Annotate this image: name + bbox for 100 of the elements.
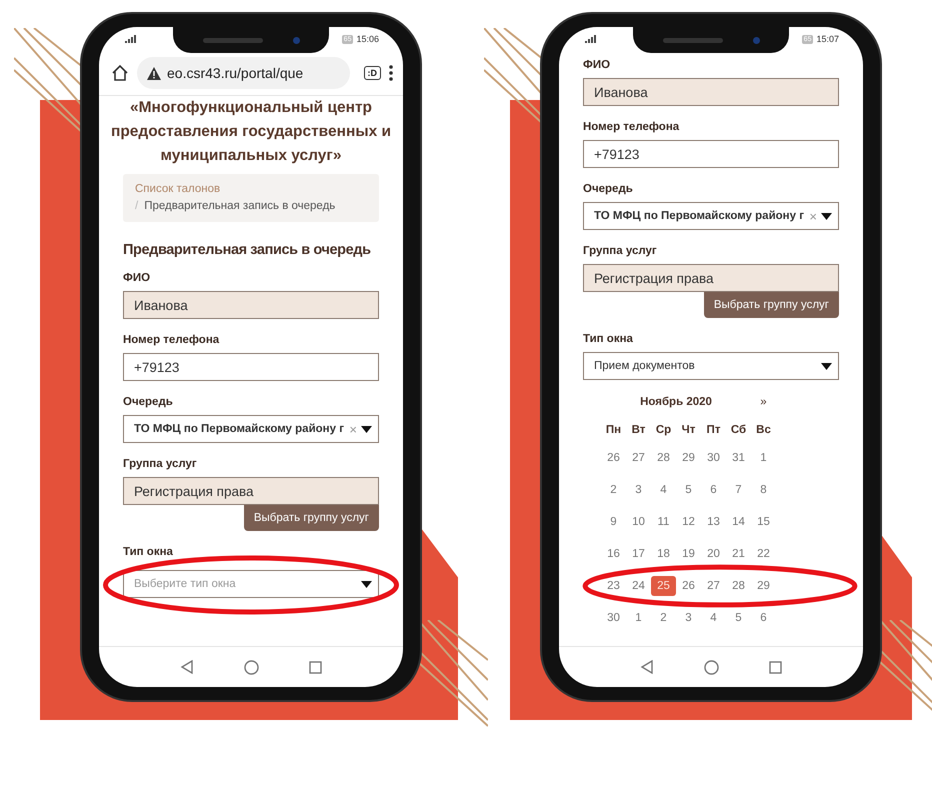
text-field[interactable]: Иванова bbox=[123, 291, 379, 319]
calendar-day[interactable]: 10 bbox=[626, 512, 651, 532]
calendar-day[interactable]: 6 bbox=[701, 480, 726, 500]
home-button-icon[interactable] bbox=[244, 660, 259, 674]
breadcrumb-link[interactable]: Список талонов bbox=[135, 181, 367, 198]
calendar-day[interactable]: 31 bbox=[726, 448, 751, 468]
calendar-day[interactable]: 21 bbox=[726, 544, 751, 564]
select-field[interactable]: ТО МФЦ по Первомайскому району г × bbox=[123, 415, 379, 443]
calendar-day[interactable]: 4 bbox=[651, 480, 676, 500]
calendar-day[interactable]: 7 bbox=[726, 480, 751, 500]
calendar-day[interactable]: 27 bbox=[626, 448, 651, 468]
calendar-day[interactable]: 6 bbox=[751, 608, 776, 628]
calendar-day[interactable]: 22 bbox=[751, 544, 776, 564]
status-time: 15:07 bbox=[816, 34, 839, 44]
calendar-day[interactable]: 5 bbox=[676, 480, 701, 500]
signal-icon bbox=[585, 35, 597, 43]
field-label: ФИО bbox=[583, 59, 612, 71]
calendar-day[interactable]: 15 bbox=[751, 512, 776, 532]
caret-icon bbox=[821, 212, 832, 220]
camera-icon bbox=[752, 36, 760, 44]
select-placeholder: Выберите тип окна bbox=[134, 578, 237, 590]
home-button-icon[interactable] bbox=[704, 660, 719, 674]
home-icon[interactable] bbox=[111, 64, 129, 82]
text-field[interactable]: Регистрация права bbox=[583, 264, 839, 292]
status-time: 15:06 bbox=[356, 34, 379, 44]
weekday-label: Сб bbox=[730, 423, 748, 438]
caret-icon bbox=[361, 580, 372, 588]
calendar-day[interactable]: 8 bbox=[751, 480, 776, 500]
form-title: Предварительная запись в очередь bbox=[123, 242, 372, 258]
calendar-day[interactable]: 11 bbox=[651, 512, 676, 532]
calendar-day[interactable]: 30 bbox=[701, 448, 726, 468]
calendar-day[interactable]: 1 bbox=[751, 448, 776, 468]
calendar-day[interactable]: 26 bbox=[676, 576, 701, 596]
weekday-label: Вт bbox=[630, 423, 646, 438]
warning-icon bbox=[147, 66, 161, 80]
calendar-day[interactable]: 20 bbox=[701, 544, 726, 564]
calendar-month: Ноябрь 2020 bbox=[639, 396, 713, 408]
calendar-day[interactable]: 12 bbox=[676, 512, 701, 532]
calendar-day[interactable]: 27 bbox=[701, 576, 726, 596]
field-label: Очередь bbox=[123, 396, 174, 408]
calendar-day[interactable]: 3 bbox=[676, 608, 701, 628]
next-month-button[interactable]: » bbox=[751, 396, 776, 408]
calendar-day[interactable]: 24 bbox=[626, 576, 651, 596]
back-icon[interactable] bbox=[180, 660, 194, 674]
field-label: Тип окна bbox=[583, 333, 634, 345]
field-label: Номер телефона bbox=[123, 334, 220, 346]
clear-button[interactable]: × bbox=[809, 208, 817, 224]
weekday-label: Вс bbox=[755, 423, 772, 438]
calendar-day[interactable]: 28 bbox=[651, 448, 676, 468]
back-icon[interactable] bbox=[640, 660, 654, 674]
recents-icon[interactable] bbox=[309, 660, 322, 674]
calendar-day[interactable]: 30 bbox=[601, 608, 626, 628]
calendar-day[interactable]: 2 bbox=[651, 608, 676, 628]
select-value: Прием документов bbox=[594, 360, 696, 372]
calendar-day[interactable]: 19 bbox=[676, 544, 701, 564]
calendar-day[interactable]: 29 bbox=[676, 448, 701, 468]
select-field[interactable]: Выберите тип окна bbox=[123, 570, 379, 598]
caret-icon bbox=[361, 426, 372, 432]
field-label: Группа услуг bbox=[583, 245, 658, 257]
calendar-day[interactable]: 5 bbox=[726, 608, 751, 628]
address-bar[interactable]: eo.csr43.ru/portal/que bbox=[137, 57, 350, 89]
choose-group-button[interactable]: Выбрать группу услуг bbox=[704, 292, 839, 318]
calendar-day[interactable]: 2 bbox=[601, 480, 626, 500]
calendar-day[interactable]: 3 bbox=[626, 480, 651, 500]
calendar-day[interactable]: 13 bbox=[701, 512, 726, 532]
weekday-label: Ср bbox=[654, 423, 672, 438]
menu-icon[interactable] bbox=[389, 65, 393, 81]
field-label: Группа услуг bbox=[123, 458, 198, 470]
clear-button[interactable]: × bbox=[349, 422, 357, 436]
weekday-label: Чт bbox=[680, 423, 696, 438]
text-field[interactable]: +79123 bbox=[123, 353, 379, 381]
calendar-day[interactable]: 28 bbox=[726, 576, 751, 596]
calendar-day[interactable]: 14 bbox=[726, 512, 751, 532]
choose-group-button[interactable]: Выбрать группу услуг bbox=[244, 505, 379, 531]
calendar-day[interactable]: 23 bbox=[601, 576, 626, 596]
recents-icon[interactable] bbox=[769, 660, 782, 674]
calendar-day[interactable]: 26 bbox=[601, 448, 626, 468]
tab-switcher[interactable]: :D bbox=[364, 66, 381, 80]
field-label: Тип окна bbox=[123, 546, 174, 558]
text-field[interactable]: Регистрация права bbox=[123, 477, 379, 505]
select-field[interactable]: ТО МФЦ по Первомайскому району г × bbox=[583, 202, 839, 230]
camera-icon bbox=[292, 36, 300, 44]
calendar-day[interactable]: 25 bbox=[651, 576, 676, 596]
calendar-day[interactable]: 1 bbox=[626, 608, 651, 628]
calendar-day[interactable]: 17 bbox=[626, 544, 651, 564]
select-value: ТО МФЦ по Первомайскому району г bbox=[134, 423, 345, 435]
calendar-day[interactable]: 9 bbox=[601, 512, 626, 532]
select-field[interactable]: Прием документов bbox=[583, 352, 839, 380]
weekday-label: Пн bbox=[604, 423, 622, 438]
text-field[interactable]: Иванова bbox=[583, 78, 839, 106]
calendar-day[interactable]: 18 bbox=[651, 544, 676, 564]
calendar-day[interactable]: 29 bbox=[751, 576, 776, 596]
calendar-day[interactable]: 16 bbox=[601, 544, 626, 564]
select-value: ТО МФЦ по Первомайскому району г bbox=[594, 210, 805, 222]
calendar-day[interactable]: 4 bbox=[701, 608, 726, 628]
signal-icon bbox=[125, 35, 137, 43]
weekday-label: Пт bbox=[706, 423, 722, 438]
field-label: ФИО bbox=[123, 272, 152, 284]
field-label: Очередь bbox=[583, 183, 634, 195]
text-field[interactable]: +79123 bbox=[583, 140, 839, 168]
